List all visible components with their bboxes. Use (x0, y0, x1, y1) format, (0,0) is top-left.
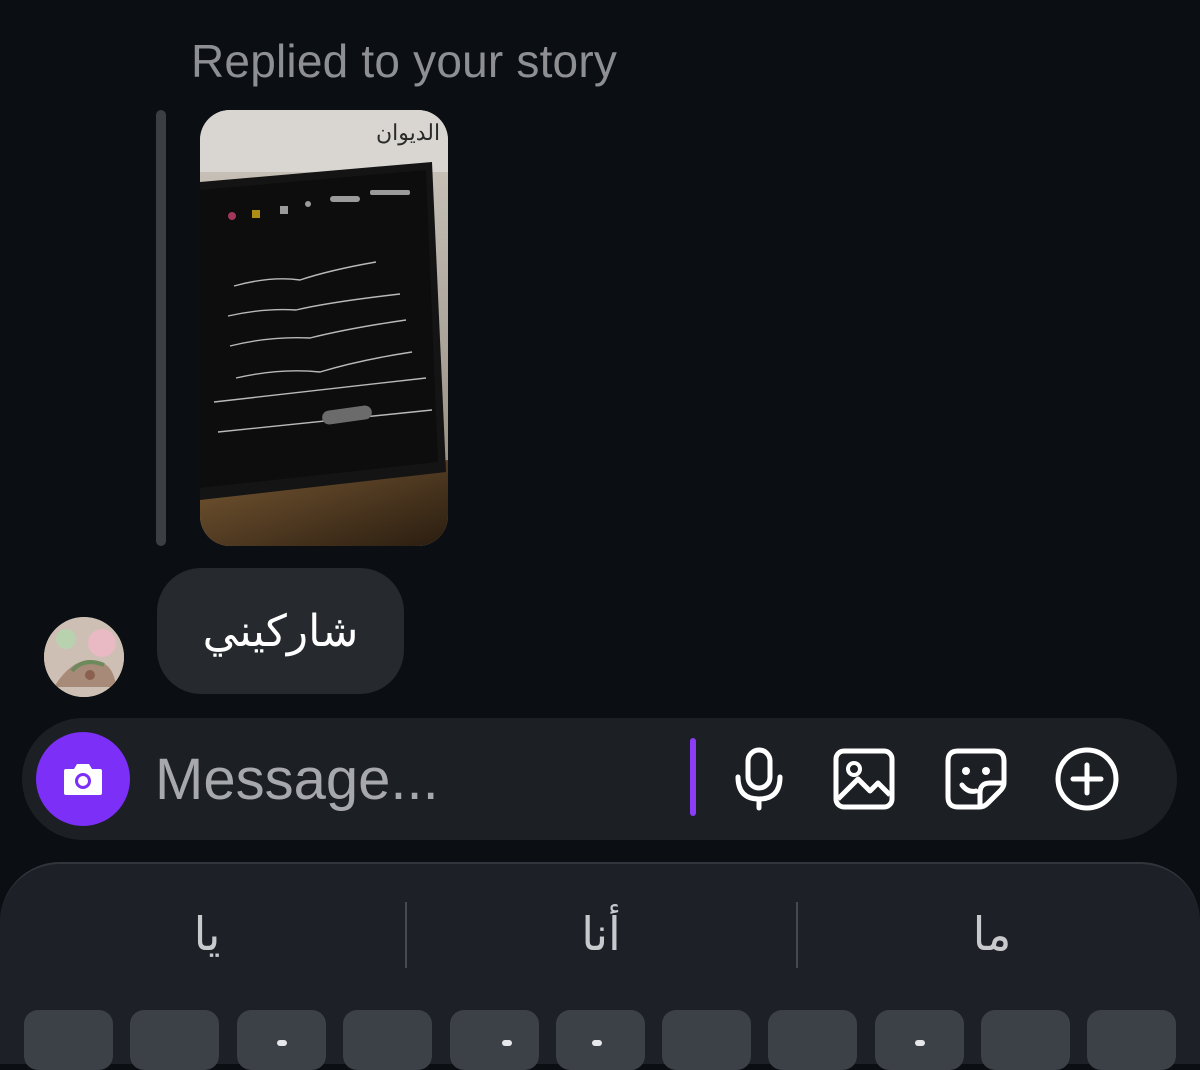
keyboard-key[interactable] (662, 1010, 751, 1070)
sticker-icon (945, 748, 1007, 810)
key-glyph (277, 1040, 287, 1046)
keyboard: يا أنا ما (0, 862, 1200, 1070)
keyboard-key[interactable] (343, 1010, 432, 1070)
text-caret (690, 738, 696, 816)
key-glyph (592, 1040, 602, 1046)
image-icon (833, 748, 895, 810)
camera-icon (64, 764, 102, 795)
message-composer (22, 718, 1177, 840)
sticker-button[interactable] (942, 745, 1010, 813)
key-glyph (915, 1040, 925, 1046)
suggestion-item[interactable]: ما (797, 894, 1187, 974)
keyboard-key[interactable] (1087, 1010, 1176, 1070)
plus-circle-icon (1055, 747, 1119, 811)
message-text: شاركيني (202, 605, 359, 657)
message-input[interactable] (155, 742, 675, 816)
avatar-image (44, 617, 124, 697)
story-thumbnail[interactable]: ﺍﻟﺪﻳﻮﺍﻥ (200, 110, 448, 546)
camera-button[interactable] (36, 732, 130, 826)
suggestion-item[interactable]: يا (12, 894, 402, 974)
keyboard-key[interactable] (450, 1010, 539, 1070)
suggestion-bar: يا أنا ما (0, 894, 1200, 974)
keyboard-key[interactable] (130, 1010, 219, 1070)
gallery-button[interactable] (830, 745, 898, 813)
more-options-button[interactable] (1053, 745, 1121, 813)
key-glyph (502, 1040, 512, 1046)
keyboard-key[interactable] (981, 1010, 1070, 1070)
keyboard-key[interactable] (237, 1010, 326, 1070)
story-photo-image: ﺍﻟﺪﻳﻮﺍﻥ (200, 110, 448, 546)
suggestion-item[interactable]: أنا (406, 894, 796, 974)
voice-message-button[interactable] (725, 745, 793, 813)
keyboard-key[interactable] (24, 1010, 113, 1070)
microphone-icon (735, 747, 783, 811)
watermark-logo: ﺍﻟﺪﻳﻮﺍﻥ (376, 121, 440, 146)
contact-avatar[interactable] (44, 617, 124, 697)
keyboard-key[interactable] (768, 1010, 857, 1070)
reply-header: Replied to your story (191, 35, 618, 87)
message-bubble[interactable]: شاركيني (157, 568, 404, 694)
keyboard-key[interactable] (556, 1010, 645, 1070)
keyboard-key[interactable] (875, 1010, 964, 1070)
reply-indicator-bar (156, 110, 166, 546)
